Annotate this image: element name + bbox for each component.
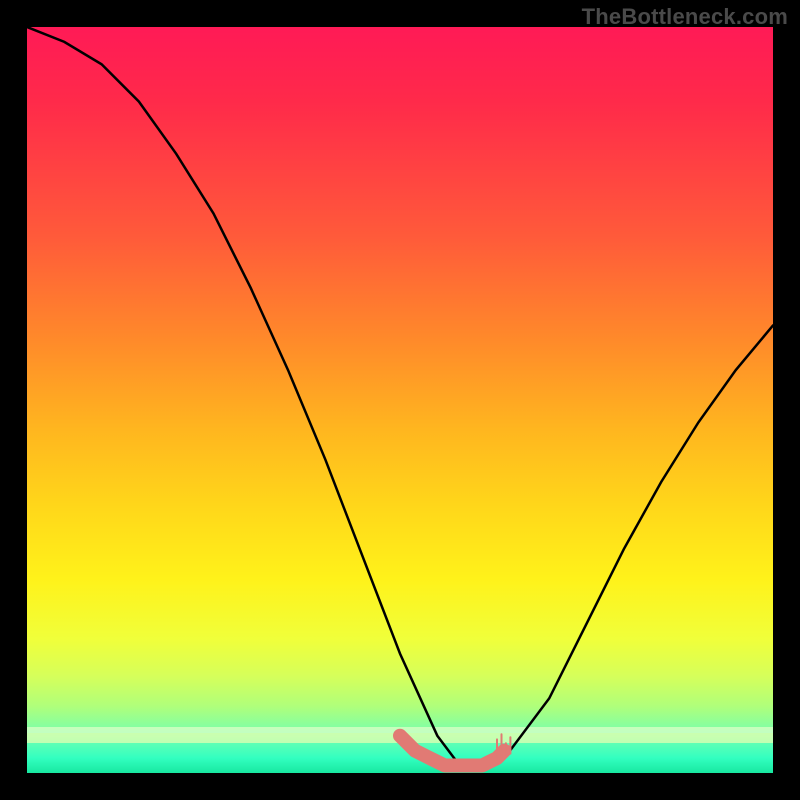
curve-svg [27, 27, 773, 773]
plot-area [27, 27, 773, 773]
v-curve-path [27, 27, 773, 766]
watermark-text: TheBottleneck.com [582, 4, 788, 30]
chart-frame: TheBottleneck.com [0, 0, 800, 800]
flat-bottom-highlight-path [400, 736, 504, 766]
